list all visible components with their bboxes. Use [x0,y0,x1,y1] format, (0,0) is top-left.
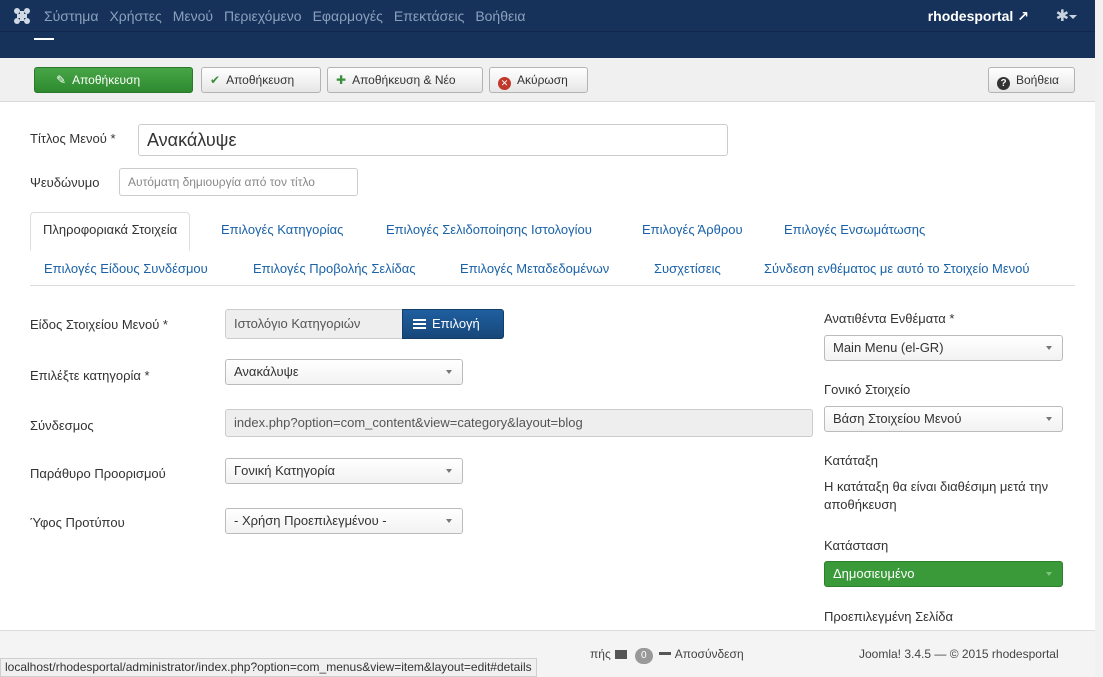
main-menu: Σύστημα Χρήστες Μενού Περιεχόμενο Εφαρμο… [44,0,536,32]
menu-users[interactable]: Χρήστες [109,0,161,32]
cancel-button[interactable]: ✕ Ακύρωση [489,67,588,93]
menu-content[interactable]: Περιεχόμενο [224,0,302,32]
status-label: Κατάσταση [824,538,889,553]
tab-metadata[interactable]: Επιλογές Μεταδεδομένων [460,261,609,276]
title-input[interactable]: Ανακάλυψε [138,124,728,156]
tab-module-assignment[interactable]: Σύνδεση ενθέματος με αυτό το Στοιχείο Με… [764,261,1030,276]
select-type-button[interactable]: Επιλογή [402,309,504,339]
tab-details[interactable]: Πληροφοριακά Στοιχεία [30,212,191,251]
menu-item-type-field: Ιστολόγιο Κατηγοριών [225,309,403,339]
target-window-select[interactable]: Γονική Κατηγορία [225,458,463,484]
tab-blog-layout[interactable]: Επιλογές Σελιδοποίησης Ιστολογίου [386,222,592,237]
tabs-divider [30,285,1075,286]
question-icon: ? [997,77,1010,90]
default-page-label: Προεπιλεγμένη Σελίδα [824,609,954,624]
tabs-row-2: Επιλογές Είδους Συνδέσμου Επιλογές Προβο… [30,261,1080,281]
top-navbar: Σύστημα Χρήστες Μενού Περιεχόμενο Εφαρμο… [0,0,1103,32]
ordering-note: Η κατάταξη θα είναι διαθέσιμη μετά την α… [824,479,1049,512]
gear-icon[interactable]: ✱ [1056,6,1069,26]
alias-label: Ψευδώνυμο [30,175,100,190]
menu-item-type-label: Είδος Στοιχείου Μενού * [30,317,168,332]
tab-article-options[interactable]: Επιλογές Άρθρου [642,222,743,237]
site-link[interactable]: rhodesportal ↗ [928,0,1029,32]
tab-category-options[interactable]: Επιλογές Κατηγορίας [221,222,343,237]
link-label: Σύνδεσμος [30,418,94,433]
check-icon: ✔ [210,73,221,87]
link-field: index.php?option=com_content&view=catego… [225,409,813,437]
footer-copyright: Joomla! 3.4.5 — © 2015 rhodesportal [859,647,1059,661]
tabs-row-1: Πληροφοριακά Στοιχεία Επιλογές Κατηγορία… [30,212,1080,252]
tab-link-type[interactable]: Επιλογές Είδους Συνδέσμου [44,261,208,276]
mail-icon [614,650,627,659]
category-label: Επιλέξτε κατηγορία * [30,368,150,383]
chevron-down-icon [446,370,452,374]
chevron-down-icon [1046,417,1052,421]
edit-icon: ✎ [56,73,67,87]
status-select[interactable]: Δημοσιευμένο [824,561,1063,587]
minus-icon [658,652,671,655]
ordering-label: Κατάταξη [824,453,879,468]
logout-link[interactable]: Αποσύνδεση [675,647,744,661]
toolbar: ✎ Αποθήκευση ✔ Αποθήκευση ✚ Αποθήκευση & Νέ… [0,58,1095,102]
template-style-label: Ύφος Προτύπου [30,515,125,530]
url-tooltip: localhost/rhodesportal/administrator/ind… [0,658,537,677]
menu-components[interactable]: Εφαρμογές [313,0,383,32]
title-label: Τίτλος Μενού * [30,131,116,146]
chevron-down-icon [1046,572,1052,576]
chevron-down-icon [1046,346,1052,350]
tab-integration-options[interactable]: Επιλογές Ενσωμάτωσης [784,222,925,237]
category-select[interactable]: Ανακάλυψε [225,359,463,385]
messages-badge: 0 [634,648,653,664]
menu-system[interactable]: Σύστημα [44,0,98,32]
menu-extensions[interactable]: Επεκτάσεις [394,0,464,32]
status-admin-messages[interactable]: πής 0 Αποσύνδεση [590,647,744,664]
help-button[interactable]: ? Βοήθεια [988,67,1075,93]
page-header [0,32,1095,58]
cancel-icon: ✕ [498,77,511,90]
menu-label: Ανατιθέντα Ενθέματα * [824,311,955,326]
plus-icon: ✚ [336,73,347,87]
save-close-button[interactable]: ✔ Αποθήκευση [201,67,321,93]
parent-item-select[interactable]: Βάση Στοιχείου Μενού [824,406,1063,432]
tab-associations[interactable]: Συσχετίσεις [654,261,721,276]
alias-input[interactable]: Αυτόματη δημιουργία από τον τίτλο [119,168,358,196]
template-style-select[interactable]: - Χρήση Προεπιλεγμένου - [225,508,463,534]
chevron-down-icon [446,519,452,523]
parent-item-label: Γονικό Στοιχείο [824,382,911,397]
chevron-down-icon [446,469,452,473]
chevron-down-icon[interactable] [1069,15,1077,19]
site-name: rhodesportal [927,8,1014,24]
menu-menus[interactable]: Μενού [173,0,213,32]
joomla-logo-icon[interactable] [12,6,32,26]
menu-select[interactable]: Main Menu (el-GR) [824,335,1063,361]
list-icon [413,319,426,329]
scrollbar[interactable] [1095,0,1103,677]
menu-help[interactable]: Βοήθεια [475,0,525,32]
target-window-label: Παράθυρο Προορισμού [30,466,166,481]
menu-icon [34,38,54,40]
save-new-button[interactable]: ✚ Αποθήκευση & Νέο [327,67,483,93]
tab-page-display[interactable]: Επιλογές Προβολής Σελίδας [253,261,416,276]
save-button[interactable]: ✎ Αποθήκευση [34,67,193,93]
external-link-icon: ↗ [1017,8,1029,24]
